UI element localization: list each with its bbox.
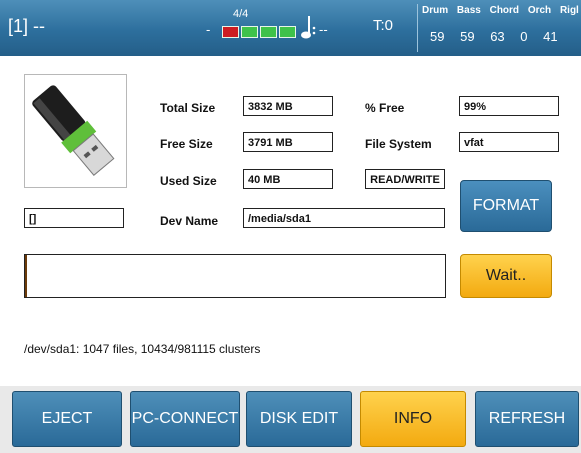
volume-label-chord: Chord [489, 5, 520, 16]
song-title[interactable]: [1] -- [8, 16, 45, 37]
transpose-value[interactable]: T:0 [373, 17, 393, 34]
dev-name-field: /media/sda1 [243, 208, 445, 228]
total-size-label: Total Size [160, 101, 216, 115]
volume-name-field[interactable]: [] [24, 208, 124, 228]
format-button[interactable]: FORMAT [460, 180, 552, 232]
used-size-field: 40 MB [243, 169, 333, 189]
progress-fill [25, 255, 28, 297]
volume-label-bass: Bass [456, 5, 481, 16]
time-signature: 4/4 [233, 8, 249, 20]
tab-eject[interactable]: EJECT [12, 391, 122, 447]
percent-free-field: 99% [459, 96, 559, 116]
volume-label-right: Rigl [559, 5, 579, 16]
tab-disk-edit[interactable]: DISK EDIT [246, 391, 352, 447]
beat-cell [260, 26, 277, 38]
beat-cell [222, 26, 239, 38]
access-mode-field: READ/WRITE [365, 169, 445, 189]
tempo-value: -- [319, 22, 328, 37]
beat-cell [241, 26, 258, 38]
volume-value-right[interactable]: 41 [543, 29, 557, 44]
volume-label-orch: Orch [527, 5, 552, 16]
progress-bar [24, 254, 446, 298]
used-size-label: Used Size [160, 174, 217, 188]
free-size-field: 3791 MB [243, 132, 333, 152]
tab-info[interactable]: INFO [360, 391, 466, 447]
beat-cell [279, 26, 296, 38]
time-signature-prefix: - [206, 22, 211, 37]
volume-values: 59 59 63 0 41 [430, 29, 570, 44]
bottom-tab-bar: EJECT PC-CONNECT DISK EDIT INFO REFRESH [0, 386, 581, 453]
disk-info-panel: Total Size 3832 MB Free Size 3791 MB Use… [0, 56, 581, 386]
tab-pc-connect[interactable]: PC-CONNECT [130, 391, 240, 447]
percent-free-label: % Free [365, 101, 405, 115]
wait-button[interactable]: Wait.. [460, 254, 552, 298]
usb-drive-icon [24, 74, 127, 188]
total-size-field: 3832 MB [243, 96, 333, 116]
volume-label-drum: Drum [422, 5, 449, 16]
volume-value-chord[interactable]: 63 [490, 29, 504, 44]
disk-stats-text: /dev/sda1: 1047 files, 10434/981115 clus… [24, 342, 261, 356]
volume-value-bass[interactable]: 59 [460, 29, 474, 44]
status-divider [417, 4, 418, 52]
file-system-label: File System [365, 137, 432, 151]
free-size-label: Free Size [160, 137, 213, 151]
beat-indicator [222, 26, 296, 38]
volume-value-drum[interactable]: 59 [430, 29, 444, 44]
file-system-field: vfat [459, 132, 559, 152]
tab-refresh[interactable]: REFRESH [475, 391, 579, 447]
status-bar: [1] -- - 4/4 -- T:0 Drum Bass Chord Orch… [0, 0, 581, 56]
dev-name-label: Dev Name [160, 214, 219, 228]
volume-labels: Drum Bass Chord Orch Rigl [422, 5, 581, 16]
volume-value-orch[interactable]: 0 [520, 29, 527, 44]
